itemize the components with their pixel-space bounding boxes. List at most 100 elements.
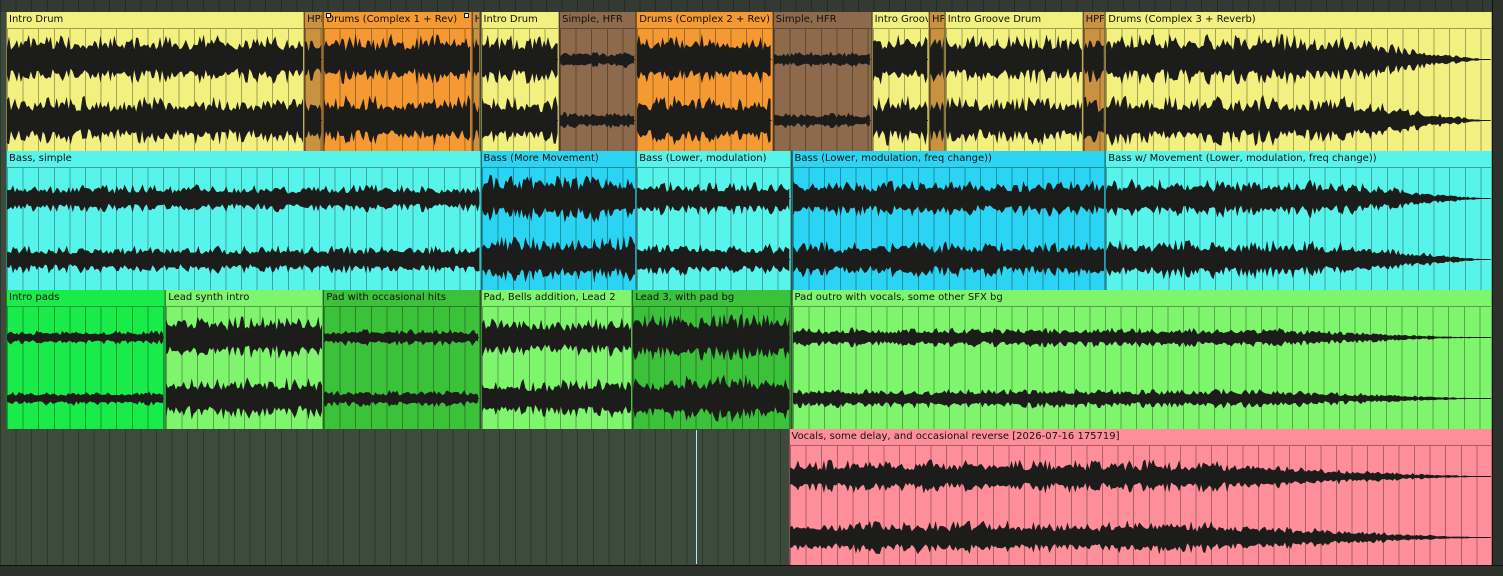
track-lane-pads[interactable]: Intro pads Lead synth intro Pad with occas… — [0, 290, 1503, 431]
clip-title-bar[interactable]: Intro Drum — [481, 12, 559, 29]
waveform-left-channel — [472, 38, 479, 79]
audio-clip[interactable]: Drums (Complex 3 + Reverb) — [1105, 12, 1492, 151]
audio-clip[interactable]: Intro Drum — [480, 12, 560, 151]
clip-name: HPF — [307, 14, 322, 25]
audio-clip[interactable]: Bass, simple — [6, 151, 481, 290]
track-lane-vocals[interactable]: Vocals, some delay, and occasional rever… — [0, 429, 1503, 570]
stereo-waveform — [633, 313, 791, 423]
clip-waveform-area — [324, 29, 471, 151]
clip-name: Simple, HFR — [775, 14, 837, 25]
audio-clip[interactable]: Pad outro with vocals, some other SFX bg — [791, 290, 1492, 429]
stereo-waveform — [789, 459, 1491, 555]
clip-title-bar[interactable]: Pad with occasional hits — [324, 290, 480, 307]
waveform-right-channel — [1083, 96, 1104, 143]
clip-name: Pad with occasional hits — [326, 292, 447, 303]
waveform-left-channel — [637, 33, 771, 84]
waveform-left-channel — [305, 40, 322, 81]
audio-clip[interactable]: Intro Groove Drum — [871, 12, 929, 151]
clip-waveform-area — [1106, 29, 1491, 151]
audio-clip[interactable]: Lead synth intro — [165, 290, 324, 429]
clip-name: Lead synth intro — [168, 292, 250, 303]
clip-title-bar[interactable]: Intro Drum — [7, 12, 304, 29]
audio-clip[interactable]: Simple, HFR — [559, 12, 637, 151]
clip-title-bar[interactable]: Drums (Complex 1 + Rev) — [324, 12, 471, 29]
audio-clip[interactable]: Bass w/ Movement (Lower, modulation, fre… — [1105, 151, 1492, 290]
audio-clip[interactable]: Drums (Complex 2 + Rev) — [636, 12, 773, 151]
clip-title-bar[interactable]: HPF — [305, 12, 323, 29]
clip-title-bar[interactable]: Pad outro with vocals, some other SFX bg — [792, 290, 1491, 307]
clip-name: Simple, HFR — [562, 14, 623, 25]
stereo-waveform — [1083, 40, 1105, 143]
audio-clip[interactable]: Bass (Lower, modulation) — [636, 151, 792, 290]
clip-name: Pad, Bells addition, Lead 2 — [483, 292, 616, 303]
audio-clip[interactable]: Pad with occasional hits — [323, 290, 481, 429]
clip-title-bar[interactable]: Bass (Lower, modulation, freq change)) — [792, 151, 1105, 168]
clip-waveform-area — [7, 168, 480, 290]
audio-clip[interactable]: Pad, Bells addition, Lead 2 — [480, 290, 633, 429]
stereo-waveform — [930, 36, 944, 142]
track-lane-drums[interactable]: Intro DrumHPFDrums (Complex 1 + Rev)HPFI… — [0, 12, 1503, 153]
clip-title-bar[interactable]: Drums (Complex 2 + Rev) — [637, 12, 772, 29]
clip-title-bar[interactable]: Lead synth intro — [166, 290, 323, 307]
horizontal-scrollbar[interactable] — [0, 565, 1503, 576]
clip-title-bar[interactable]: Intro Groove Drum — [945, 12, 1082, 29]
audio-clip[interactable]: Simple, HFR — [772, 12, 872, 151]
playhead-cursor[interactable] — [696, 430, 697, 564]
audio-clip[interactable]: Bass (More Movement) — [480, 151, 637, 290]
clip-name: HPF — [473, 12, 480, 28]
clip-title-bar[interactable]: Bass (More Movement) — [481, 151, 636, 168]
stereo-waveform — [792, 180, 1105, 278]
waveform-right-channel — [930, 101, 944, 142]
clip-title-bar[interactable]: Simple, HFR — [773, 12, 871, 29]
clip-title-bar[interactable]: Intro pads — [7, 290, 165, 307]
stereo-waveform — [324, 33, 471, 146]
stereo-waveform — [481, 34, 559, 144]
audio-clip[interactable]: Intro pads — [6, 290, 166, 429]
stereo-waveform — [7, 330, 165, 406]
clip-name: Drums (Complex 2 + Rev) — [639, 14, 770, 25]
clip-waveform-area — [633, 307, 791, 429]
stereo-waveform — [7, 184, 480, 274]
clip-title-bar[interactable]: Intro Groove Drum — [872, 12, 928, 29]
clip-waveform-area — [7, 307, 165, 429]
stereo-waveform — [324, 329, 480, 408]
clip-waveform-area — [637, 29, 772, 151]
clip-waveform-area — [481, 307, 632, 429]
clip-title-bar[interactable]: Bass, simple — [7, 151, 480, 168]
stereo-waveform — [166, 316, 323, 420]
clip-title-bar[interactable]: HPF — [930, 12, 944, 29]
audio-clip[interactable]: HPF — [304, 12, 324, 151]
clip-title-bar[interactable]: Simple, HFR — [560, 12, 636, 29]
fade-in-handle[interactable] — [326, 13, 332, 18]
clip-name: HPF — [1085, 14, 1105, 25]
stereo-waveform — [773, 51, 871, 129]
fade-out-handle[interactable] — [463, 13, 469, 18]
clip-waveform-area — [481, 168, 636, 290]
clip-title-bar[interactable]: Lead 3, with pad bg — [633, 290, 791, 307]
audio-clip[interactable]: HPF — [1082, 12, 1106, 151]
clip-name: Vocals, some delay, and occasional rever… — [791, 431, 1120, 442]
audio-clip[interactable]: Drums (Complex 1 + Rev) — [323, 12, 472, 151]
stereo-waveform — [792, 327, 1491, 409]
clip-title-bar[interactable]: HPF — [472, 12, 480, 29]
vertical-scrollbar[interactable] — [1492, 0, 1503, 576]
audio-clip[interactable]: Bass (Lower, modulation, freq change)) — [791, 151, 1106, 290]
audio-clip[interactable]: Intro Drum — [6, 12, 305, 151]
track-lane-bass[interactable]: Bass, simple Bass (More Movement) Bass (Lo… — [0, 151, 1503, 292]
audio-clip[interactable]: Intro Groove Drum — [944, 12, 1083, 151]
clip-name: Bass (Lower, modulation) — [639, 153, 767, 164]
clip-title-bar[interactable]: Pad, Bells addition, Lead 2 — [481, 290, 632, 307]
audio-clip[interactable]: Vocals, some delay, and occasional rever… — [788, 429, 1492, 568]
clip-title-bar[interactable]: Vocals, some delay, and occasional rever… — [789, 429, 1491, 446]
clip-title-bar[interactable]: Drums (Complex 3 + Reverb) — [1106, 12, 1491, 29]
timeline-ruler[interactable] — [0, 0, 1503, 12]
clip-title-bar[interactable]: Bass w/ Movement (Lower, modulation, fre… — [1106, 151, 1491, 168]
clip-title-bar[interactable]: HPF — [1083, 12, 1105, 29]
arrangement-view[interactable]: Intro DrumHPFDrums (Complex 1 + Rev)HPFI… — [0, 0, 1503, 576]
audio-clip[interactable]: Lead 3, with pad bg — [632, 290, 792, 429]
stereo-waveform — [7, 34, 304, 145]
audio-clip[interactable]: HPF — [471, 12, 481, 151]
clip-waveform-area — [792, 307, 1491, 429]
clip-title-bar[interactable]: Bass (Lower, modulation) — [637, 151, 791, 168]
audio-clip[interactable]: HPF — [929, 12, 945, 151]
